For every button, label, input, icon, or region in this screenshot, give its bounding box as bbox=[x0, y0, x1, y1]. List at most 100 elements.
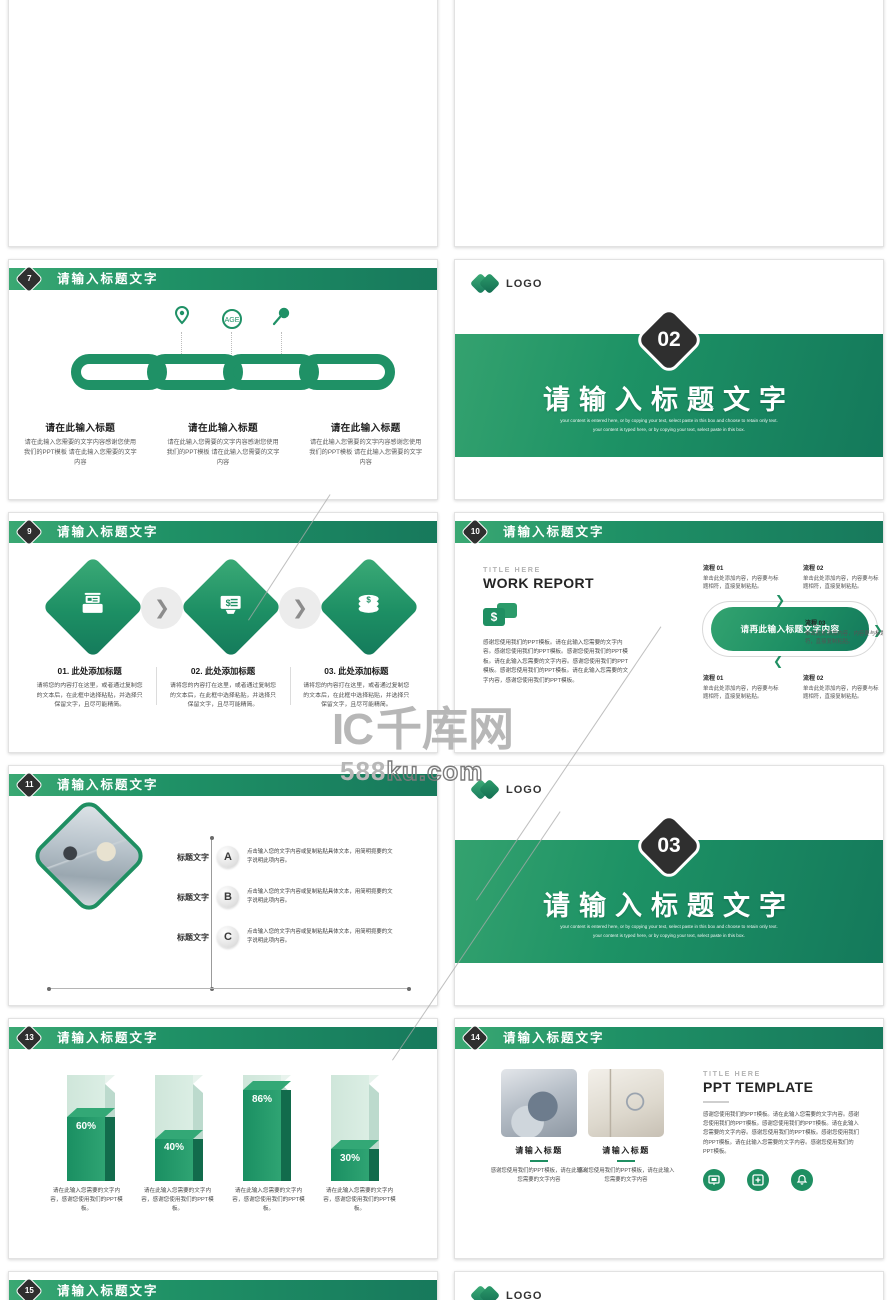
subtitle-line-1: your content is entered here, or by copy… bbox=[560, 418, 778, 423]
chevron-left-icon: ❯ bbox=[773, 656, 784, 670]
flow-note: 流程 02 单击此处添加内容，内容要与标题相符，直接复制粘贴。 bbox=[803, 673, 883, 702]
slide-5[interactable]: • 感谢您使用我们的PPT模板。请在此输入您需要的文字内容；感谢使用我们的PPT… bbox=[8, 0, 438, 247]
panel-body: 感谢您使用我们的PPT模板。请在此输入您需要的文字内容。感谢您使用我们的PPT模… bbox=[703, 1112, 860, 1155]
bar-item: 40% bbox=[155, 1075, 203, 1181]
logo-label: LOGO bbox=[506, 784, 543, 796]
list-item: 标题文字 A 点击输入您的文字内容或复制粘贴具体文本，用简明扼要的文字说明此项内… bbox=[157, 842, 397, 872]
chat-dollar-icon: $ bbox=[483, 603, 517, 629]
slide-10[interactable]: 10 请输入标题文字 TITLE HERE WORK REPORT $ 感谢您使… bbox=[454, 512, 884, 753]
slide-cell-6[interactable]: TITLE HERE COMPANY INTRO 感谢您使用我们的PPT模板。 … bbox=[446, 0, 892, 253]
page-title: 请输入标题文字 bbox=[57, 1031, 159, 1045]
bar-caption: 请在此输入您需要的文字内容，感谢您使用我们的PPT模板。 bbox=[141, 1188, 214, 1212]
photo-thumbnail bbox=[501, 1069, 577, 1137]
caption-heading: 01. 此处添加标题 bbox=[57, 666, 122, 676]
section-subtitle: your content is entered here, or by copy… bbox=[506, 922, 831, 940]
section-number: 03 bbox=[657, 834, 681, 857]
bar-item: 60% bbox=[67, 1075, 115, 1181]
note-body: 单击此处添加内容，内容要与标题相符，直接复制粘贴。 bbox=[803, 686, 879, 701]
flow-note: 流程 03 单击此处添加内容，内容要与标题相符，直接复制粘贴。 bbox=[805, 618, 883, 647]
desk-photo bbox=[29, 796, 149, 916]
slide-cell-9[interactable]: 9 请输入标题文字 ❯ $ ❯ $ 01. 此处添加标题 请将您的内容打在这里，… bbox=[0, 506, 446, 759]
chain-caption: 请在此输入标题 请在此输入您需要的文字内容感谢您使用我们的PPT模板 请在此输入… bbox=[152, 420, 295, 468]
list-item: 标题文字 C 点击输入您的文字内容或复制粘贴具体文本，用简明扼要的文字说明此项内… bbox=[157, 922, 397, 952]
logo-diamond-icon bbox=[469, 272, 501, 295]
slide-cell-15[interactable]: 15 请输入标题文字 2,7800.18 Input Date Here 项目名… bbox=[0, 1265, 446, 1300]
slide-cell-5[interactable]: • 感谢您使用我们的PPT模板。请在此输入您需要的文字内容；感谢使用我们的PPT… bbox=[0, 0, 446, 253]
icon-row bbox=[703, 1169, 863, 1192]
slide-13[interactable]: 13 请输入标题文字 60% 40% 86% 30% 请在此输入您需要的文字内容… bbox=[8, 1018, 438, 1259]
list-item: 标题文字 B 点击输入您的文字内容或复制粘贴具体文本，用简明扼要的文字说明此项内… bbox=[157, 882, 397, 912]
slide-cell-8[interactable]: LOGO 02 请输入标题文字 your content is entered … bbox=[446, 253, 892, 506]
slide-cell-13[interactable]: 13 请输入标题文字 60% 40% 86% 30% 请在此输入您需要的文字内容… bbox=[0, 1012, 446, 1265]
note-body: 单击此处添加内容，内容要与标题相符，直接复制粘贴。 bbox=[803, 576, 879, 591]
divider bbox=[530, 1160, 548, 1162]
slide-cell-10[interactable]: 10 请输入标题文字 TITLE HERE WORK REPORT $ 感谢您使… bbox=[446, 506, 892, 759]
add-box-icon[interactable] bbox=[747, 1169, 769, 1192]
diamond-glyph: $ bbox=[356, 592, 382, 623]
caption-body: 感谢您使用我们的PPT模板，请在此输入您需要的文字内容 bbox=[490, 1168, 588, 1183]
slide-7[interactable]: 7 请输入标题文字 AGE 请在此输入标题 请在此输入您需要的文字内容感谢您使用… bbox=[8, 259, 438, 500]
section-number: 02 bbox=[657, 328, 681, 351]
section-subtitle: your content is entered here, or by copy… bbox=[506, 416, 831, 434]
section-title: 请输入标题文字 bbox=[543, 385, 795, 415]
slide-6[interactable]: TITLE HERE COMPANY INTRO 感谢您使用我们的PPT模板。 … bbox=[454, 0, 884, 247]
logo-diamond-icon bbox=[469, 1284, 501, 1300]
subtitle-line-2: your content is typed here, or by copyin… bbox=[593, 427, 745, 432]
location-pin-icon bbox=[165, 305, 199, 335]
slide-9[interactable]: 9 请输入标题文字 ❯ $ ❯ $ 01. 此处添加标题 请将您的内容打在这里，… bbox=[8, 512, 438, 753]
presentation-icon[interactable] bbox=[703, 1169, 725, 1192]
slide-cell-11[interactable]: 11 请输入标题文字 标题文字 A 点击输入您的文字内容或复制粘贴具体文本，用简… bbox=[0, 759, 446, 1012]
dollar-glyph: $ bbox=[483, 608, 505, 626]
slide-11[interactable]: 11 请输入标题文字 标题文字 A 点击输入您的文字内容或复制粘贴具体文本，用简… bbox=[8, 765, 438, 1006]
page-title: 请输入标题文字 bbox=[57, 525, 159, 539]
caption-heading: 请输入标题 bbox=[602, 1146, 650, 1155]
item-body: 点击输入您的文字内容或复制粘贴具体文本，用简明扼要的文字说明此项内容。 bbox=[247, 929, 393, 944]
caption-body: 请在此输入您需要的文字内容感谢您使用我们的PPT模板 请在此输入您需要的文字内容 bbox=[309, 439, 423, 466]
note-heading: 流程 03 bbox=[805, 621, 826, 627]
caption-heading: 请输入标题 bbox=[515, 1146, 563, 1155]
item-label: 标题文字 bbox=[177, 932, 209, 942]
item-body: 点击输入您的文字内容或复制粘贴具体文本，用简明扼要的文字说明此项内容。 bbox=[247, 849, 393, 864]
photo-caption: 请输入标题 感谢您使用我们的PPT模板，请在此输入您需要的文字内容 bbox=[576, 1145, 676, 1185]
title-small: TITLE HERE bbox=[483, 565, 541, 574]
arrow-glyph: ❯ bbox=[292, 597, 308, 619]
slide-cell-7[interactable]: 7 请输入标题文字 AGE 请在此输入标题 请在此输入您需要的文字内容感谢您使用… bbox=[0, 253, 446, 506]
process-caption: 02. 此处添加标题 请将您的内容打在这里，或者通过复制您的文本后，在此框中选择… bbox=[156, 665, 289, 711]
slide-14[interactable]: 14 请输入标题文字 请输入标题 感谢您使用我们的PPT模板，请在此输入您需要的… bbox=[454, 1018, 884, 1259]
work-report-panel: TITLE HERE WORK REPORT $ 感谢您使用我们的PPT模板。请… bbox=[483, 565, 633, 686]
bar-caption-row: 请在此输入您需要的文字内容，感谢您使用我们的PPT模板。 请在此输入您需要的文字… bbox=[41, 1187, 405, 1214]
process-caption: 01. 此处添加标题 请将您的内容打在这里，或者通过复制您的文本后，在此框中选择… bbox=[23, 665, 156, 711]
page-title: 请输入标题文字 bbox=[503, 525, 605, 539]
slide-number: 9 bbox=[27, 527, 32, 537]
logo-label: LOGO bbox=[506, 278, 543, 290]
diamond-glyph bbox=[80, 592, 106, 623]
slide-number: 7 bbox=[27, 274, 32, 284]
slide-12-section-divider[interactable]: LOGO 03 请输入标题文字 your content is entered … bbox=[454, 765, 884, 1006]
slide-number: 11 bbox=[25, 780, 34, 790]
slide-cell-14[interactable]: 14 请输入标题文字 请输入标题 感谢您使用我们的PPT模板，请在此输入您需要的… bbox=[446, 1012, 892, 1265]
caption-body: 请将您的内容打在这里，或者通过复制您的文本后，在此框中选择粘贴，并选择只保留文字… bbox=[303, 683, 410, 709]
logo: LOGO bbox=[469, 778, 543, 801]
flow-note: 流程 02 单击此处添加内容，内容要与标题相符，直接复制粘贴。 bbox=[803, 563, 883, 592]
slide-number: 15 bbox=[24, 1286, 34, 1296]
bar-value-label: 60% bbox=[75, 1121, 96, 1133]
note-heading: 流程 01 bbox=[703, 676, 724, 682]
item-marker: C bbox=[217, 926, 239, 948]
note-heading: 流程 01 bbox=[703, 566, 724, 572]
slide-cell-16[interactable]: LOGO 04 请输入标题文字 your content is entered … bbox=[446, 1265, 892, 1300]
caption-body: 请将您的内容打在这里，或者通过复制您的文本后，在此框中选择粘贴，并选择只保留文字… bbox=[169, 683, 276, 709]
slide-16-section-divider[interactable]: LOGO 04 请输入标题文字 your content is entered … bbox=[454, 1271, 884, 1300]
flow-note: 流程 01 单击此处添加内容，内容要与标题相符，直接复制粘贴。 bbox=[703, 673, 783, 702]
note-heading: 流程 02 bbox=[803, 676, 824, 682]
slide-8-section-divider[interactable]: LOGO 02 请输入标题文字 your content is entered … bbox=[454, 259, 884, 500]
bell-icon[interactable] bbox=[791, 1169, 813, 1192]
arrow-glyph: ❯ bbox=[154, 597, 170, 619]
bar-caption: 请在此输入您需要的文字内容，感谢您使用我们的PPT模板。 bbox=[50, 1188, 123, 1212]
slide-number: 14 bbox=[470, 1033, 480, 1043]
slide-cell-12[interactable]: LOGO 03 请输入标题文字 your content is entered … bbox=[446, 759, 892, 1012]
ppt-template-panel: TITLE HERE PPT TEMPLATE 感谢您使用我们的PPT模板。请在… bbox=[703, 1069, 863, 1192]
horizontal-axis bbox=[47, 986, 411, 991]
slide-15[interactable]: 15 请输入标题文字 2,7800.18 Input Date Here 项目名… bbox=[8, 1271, 438, 1300]
caption-body: 请在此输入您需要的文字内容感谢您使用我们的PPT模板 请在此输入您需要的文字内容 bbox=[166, 439, 280, 466]
process-caption-row: 01. 此处添加标题 请将您的内容打在这里，或者通过复制您的文本后，在此框中选择… bbox=[23, 665, 423, 711]
